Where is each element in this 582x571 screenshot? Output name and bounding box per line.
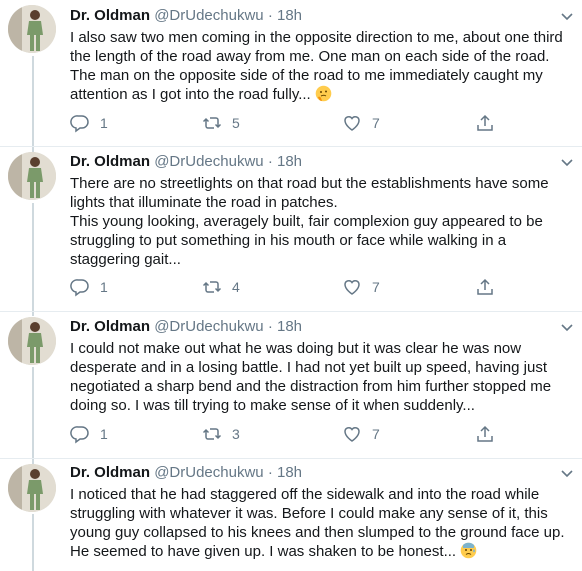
like-count: 7: [372, 279, 380, 295]
anxious-face-with-sweat-emoji: [460, 542, 477, 559]
avatar[interactable]: [8, 152, 56, 200]
retweet-icon: [202, 428, 222, 440]
tweet-actions: 1 3 7: [70, 422, 510, 446]
tweet-text-paragraph: There are no streetlights on that road b…: [70, 175, 549, 211]
reply-button[interactable]: 1: [70, 111, 108, 135]
heart-icon: [344, 116, 360, 131]
retweet-count: 5: [232, 115, 240, 131]
display-name[interactable]: Dr. Oldman: [70, 464, 150, 481]
reply-count: 1: [100, 279, 108, 295]
reply-icon: [70, 115, 89, 133]
chevron-down-icon[interactable]: [560, 9, 574, 23]
tweet-text-content: I noticed that he had staggered off the …: [70, 486, 565, 560]
tweet-header: Dr. Oldman @DrUdechukwu · 18h: [70, 6, 302, 26]
retweet-icon: [202, 281, 222, 293]
like-button[interactable]: 7: [342, 111, 380, 135]
display-name[interactable]: Dr. Oldman: [70, 318, 150, 335]
share-icon: [477, 278, 493, 295]
reply-button[interactable]: 1: [70, 422, 108, 446]
tweet-text-content: I could not make out what he was doing b…: [70, 340, 552, 414]
separator-dot: ·: [267, 464, 273, 481]
tweet-text: I noticed that he had staggered off the …: [70, 485, 575, 561]
tweet-text-paragraph: This young looking, averagely built, fai…: [70, 213, 543, 268]
reply-count: 1: [100, 115, 108, 131]
tweet[interactable]: Dr. Oldman @DrUdechukwu · 18h There are …: [0, 147, 582, 310]
retweet-button[interactable]: 4: [202, 275, 240, 299]
share-icon: [477, 425, 493, 442]
retweet-count: 3: [232, 426, 240, 442]
tweet-text: There are no streetlights on that road b…: [70, 174, 575, 269]
like-count: 7: [372, 426, 380, 442]
avatar[interactable]: [8, 5, 56, 53]
separator-dot: ·: [267, 7, 273, 24]
timestamp[interactable]: 18h: [277, 464, 302, 481]
like-count: 7: [372, 115, 380, 131]
like-button[interactable]: 7: [342, 422, 380, 446]
heart-icon: [344, 427, 360, 442]
timestamp[interactable]: 18h: [277, 7, 302, 24]
tweet-text: I could not make out what he was doing b…: [70, 339, 575, 415]
share-button[interactable]: [475, 422, 495, 446]
retweet-button[interactable]: 5: [202, 111, 240, 135]
timestamp[interactable]: 18h: [277, 153, 302, 170]
timestamp[interactable]: 18h: [277, 318, 302, 335]
chevron-down-icon[interactable]: [560, 155, 574, 169]
user-handle[interactable]: @DrUdechukwu: [154, 7, 263, 24]
tweet[interactable]: Dr. Oldman @DrUdechukwu · 18h I also saw…: [0, 0, 582, 145]
retweet-icon: [202, 117, 222, 129]
chevron-down-icon[interactable]: [560, 320, 574, 334]
tweet-actions: 1 5 7: [70, 111, 510, 135]
reply-icon: [70, 426, 89, 444]
retweet-button[interactable]: 3: [202, 422, 240, 446]
avatar[interactable]: [8, 317, 56, 365]
tweet-header: Dr. Oldman @DrUdechukwu · 18h: [70, 152, 302, 172]
separator-dot: ·: [267, 318, 273, 335]
separator-dot: ·: [267, 153, 273, 170]
thinking-face-emoji: [315, 85, 332, 102]
display-name[interactable]: Dr. Oldman: [70, 153, 150, 170]
reply-button[interactable]: 1: [70, 275, 108, 299]
like-button[interactable]: 7: [342, 275, 380, 299]
user-handle[interactable]: @DrUdechukwu: [154, 153, 263, 170]
share-button[interactable]: [475, 275, 495, 299]
display-name[interactable]: Dr. Oldman: [70, 7, 150, 24]
avatar[interactable]: [8, 464, 56, 512]
user-handle[interactable]: @DrUdechukwu: [154, 318, 263, 335]
reply-icon: [70, 279, 89, 297]
tweet-header: Dr. Oldman @DrUdechukwu · 18h: [70, 317, 302, 337]
share-button[interactable]: [475, 111, 495, 135]
tweet-header: Dr. Oldman @DrUdechukwu · 18h: [70, 463, 302, 483]
retweet-count: 4: [232, 279, 240, 295]
reply-count: 1: [100, 426, 108, 442]
share-icon: [477, 114, 493, 131]
tweet-actions: 1 4 7: [70, 275, 510, 299]
heart-icon: [344, 280, 360, 295]
tweet-text: I also saw two men coming in the opposit…: [70, 28, 575, 104]
user-handle[interactable]: @DrUdechukwu: [154, 464, 263, 481]
tweet[interactable]: Dr. Oldman @DrUdechukwu · 18h I could no…: [0, 312, 582, 458]
chevron-down-icon[interactable]: [560, 466, 574, 480]
tweet[interactable]: Dr. Oldman @DrUdechukwu · 18h I noticed …: [0, 459, 582, 571]
